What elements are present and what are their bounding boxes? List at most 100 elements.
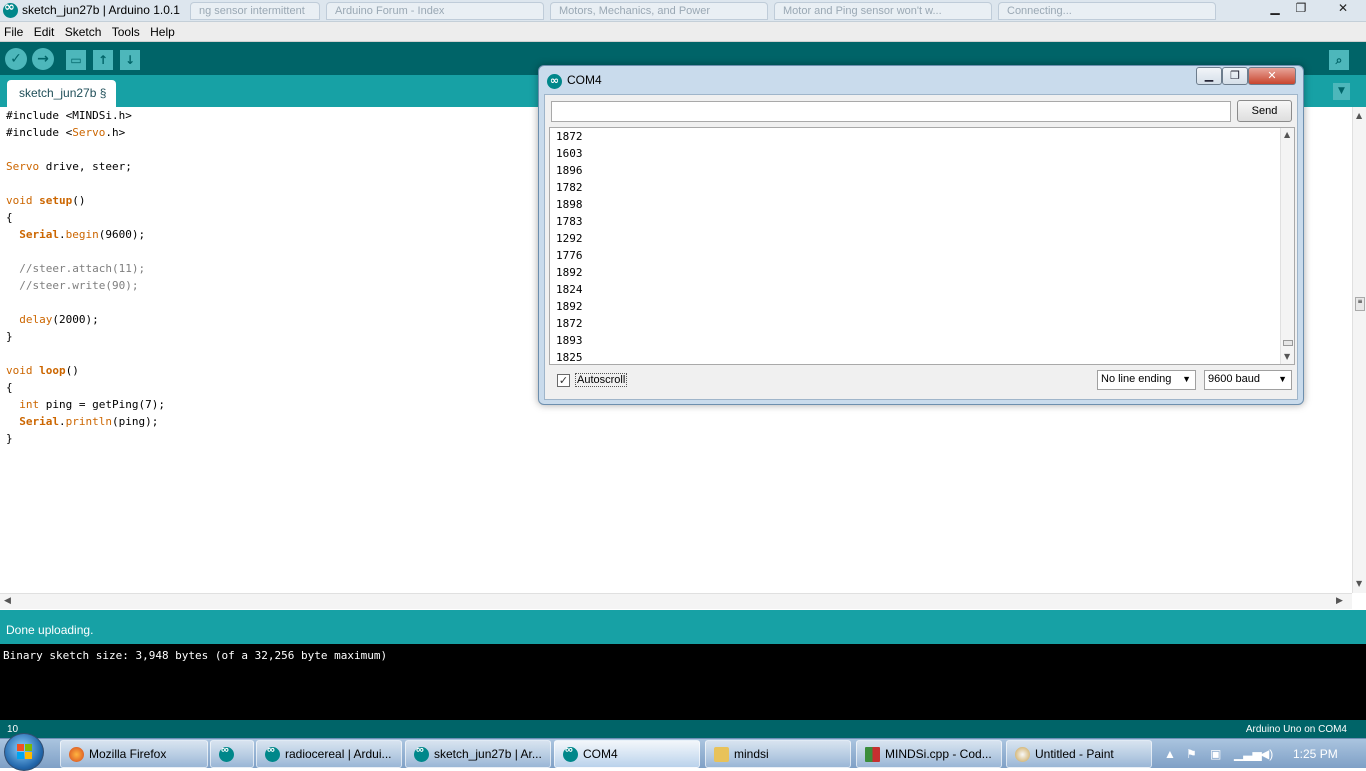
serial-input[interactable] (551, 101, 1231, 122)
maximize-button[interactable]: ❐ (1288, 1, 1314, 18)
serial-line: 1782 (556, 181, 583, 194)
taskbar-item-firefox[interactable]: Mozilla Firefox (60, 740, 208, 768)
serial-minimize-button[interactable]: ▁ (1196, 67, 1222, 85)
serial-line: 1825 (556, 351, 583, 364)
status-message: Done uploading. (6, 623, 94, 637)
serial-close-button[interactable]: ✕ (1248, 67, 1296, 85)
scroll-up-icon[interactable]: ▲ (1284, 130, 1290, 139)
menu-sketch[interactable]: Sketch (61, 22, 105, 39)
folder-icon (714, 747, 729, 762)
arduino-icon (219, 744, 234, 762)
scroll-right-icon[interactable]: ▶ (1336, 596, 1343, 606)
code-line: Servo drive, steer; (6, 160, 132, 173)
code-line: } (6, 432, 13, 445)
baud-rate-value: 9600 baud (1208, 373, 1260, 385)
paint-icon (1015, 747, 1030, 762)
serial-line: 1783 (556, 215, 583, 228)
code-line: delay(2000); (19, 313, 99, 326)
menu-file[interactable]: File (0, 22, 26, 39)
serial-output[interactable]: 1872 1603 1896 1782 1898 1783 1292 1776 … (549, 127, 1295, 365)
serial-vertical-scrollbar[interactable]: ▲ ▼ (1280, 128, 1294, 364)
background-window-tab: Arduino Forum - Index (326, 2, 544, 20)
scroll-down-icon[interactable]: ▼ (1356, 579, 1362, 588)
verify-icon[interactable]: ✓ (5, 48, 27, 70)
code-line: Serial.println(ping); (19, 415, 159, 428)
scroll-down-icon[interactable]: ▼ (1284, 352, 1290, 361)
background-window-tab: Motor and Ping sensor won't w... (774, 2, 992, 20)
autoscroll-checkbox[interactable]: ✓ (557, 374, 570, 387)
volume-icon[interactable]: ◀) (1260, 747, 1273, 761)
arduino-icon (265, 744, 280, 762)
tab-menu-chevron-icon[interactable]: ▼ (1333, 83, 1350, 100)
menu-help[interactable]: Help (146, 22, 178, 39)
console-output: Binary sketch size: 3,948 bytes (of a 32… (0, 644, 1366, 720)
serial-monitor-icon[interactable]: ⌕ (1329, 50, 1349, 70)
arduino-app-icon: ∞ (547, 74, 562, 89)
taskbar-item-radiocereal[interactable]: radiocereal | Ardui... (256, 740, 402, 768)
safely-remove-hardware-icon[interactable]: ▣ (1210, 747, 1221, 761)
arduino-app-icon (3, 0, 18, 18)
code-line: #include <Servo.h> (6, 126, 126, 139)
scroll-thumb[interactable] (1283, 340, 1293, 346)
code-line: void loop() (6, 364, 79, 377)
serial-line: 1898 (556, 198, 583, 211)
minimize-button[interactable]: ▁ (1262, 1, 1288, 18)
editor-vertical-scrollbar[interactable]: ▲ ≡ ▼ (1352, 107, 1366, 593)
line-ending-select[interactable]: No line ending ▼ (1097, 370, 1196, 390)
code-line: { (6, 381, 13, 394)
line-ending-value: No line ending (1101, 373, 1172, 385)
taskbar-item-paint[interactable]: Untitled - Paint (1006, 740, 1152, 768)
serial-monitor-window: ∞ COM4 ▁ ❐ ✕ Send 1872 1603 1896 1782 18… (538, 65, 1304, 405)
taskbar-item-arduino[interactable] (210, 740, 254, 768)
serial-monitor-title: COM4 (567, 73, 602, 87)
code-line: void setup() (6, 194, 86, 207)
codeblocks-icon (865, 747, 880, 762)
menu-edit[interactable]: Edit (30, 22, 58, 39)
show-hidden-icons-icon[interactable]: ▲ (1164, 747, 1176, 761)
serial-line: 1893 (556, 334, 583, 347)
upload-icon[interactable]: → (32, 48, 54, 70)
serial-line: 1892 (556, 300, 583, 313)
code-line: Serial.begin(9600); (19, 228, 146, 241)
action-center-flag-icon[interactable]: ⚑ (1186, 747, 1197, 761)
code-line: //steer.write(90); (19, 279, 139, 292)
editor-horizontal-scrollbar[interactable]: ◀ ▶ (0, 593, 1352, 609)
scroll-up-icon[interactable]: ▲ (1356, 111, 1362, 120)
serial-monitor-body: Send 1872 1603 1896 1782 1898 1783 1292 … (544, 94, 1298, 400)
taskbar-item-mindsi-folder[interactable]: mindsi (705, 740, 851, 768)
code-line: { (6, 211, 13, 224)
taskbar-item-sketch[interactable]: sketch_jun27b | Ar... (405, 740, 551, 768)
serial-maximize-button[interactable]: ❐ (1222, 67, 1248, 85)
autoscroll-label[interactable]: Autoscroll (575, 373, 628, 387)
arduino-icon (563, 744, 578, 762)
status-bar: Done uploading. (0, 610, 1366, 644)
taskbar-item-com4[interactable]: COM4 (554, 740, 700, 768)
save-icon[interactable]: ↓ (120, 50, 140, 70)
scroll-thumb[interactable]: ≡ (1355, 297, 1365, 311)
send-button[interactable]: Send (1237, 100, 1292, 122)
new-icon[interactable]: ▭ (66, 50, 86, 70)
open-icon[interactable]: ↑ (93, 50, 113, 70)
chevron-down-icon: ▼ (1182, 374, 1191, 384)
network-signal-icon[interactable]: ▁▃▅ (1234, 747, 1262, 761)
scroll-left-icon[interactable]: ◀ (4, 596, 11, 606)
menu-tools[interactable]: Tools (108, 22, 143, 39)
tab-sketch[interactable]: sketch_jun27b § (7, 80, 116, 107)
windows-logo-icon (17, 744, 33, 760)
taskbar-item-codeblocks[interactable]: MINDSi.cpp - Cod... (856, 740, 1002, 768)
serial-line: 1872 (556, 130, 583, 143)
code-line: int ping = getPing(7); (19, 398, 165, 411)
taskbar-clock[interactable]: 1:25 PM (1293, 747, 1338, 761)
system-tray: ▲ ⚑ ▣ ▁▃▅ ◀) 1:25 PM (1160, 739, 1366, 769)
background-window-tab: Connecting... (998, 2, 1216, 20)
window-title: sketch_jun27b | Arduino 1.0.1 (22, 3, 180, 17)
start-button[interactable] (4, 733, 44, 771)
arduino-icon (414, 744, 429, 762)
baud-rate-select[interactable]: 9600 baud ▼ (1204, 370, 1292, 390)
menu-bar: File Edit Sketch Tools Help (0, 22, 1366, 42)
code-line: //steer.attach(11); (19, 262, 146, 275)
serial-line: 1872 (556, 317, 583, 330)
close-button[interactable]: ✕ (1326, 1, 1360, 18)
board-info: Arduino Uno on COM4 (1245, 724, 1347, 735)
serial-line: 1603 (556, 147, 583, 160)
